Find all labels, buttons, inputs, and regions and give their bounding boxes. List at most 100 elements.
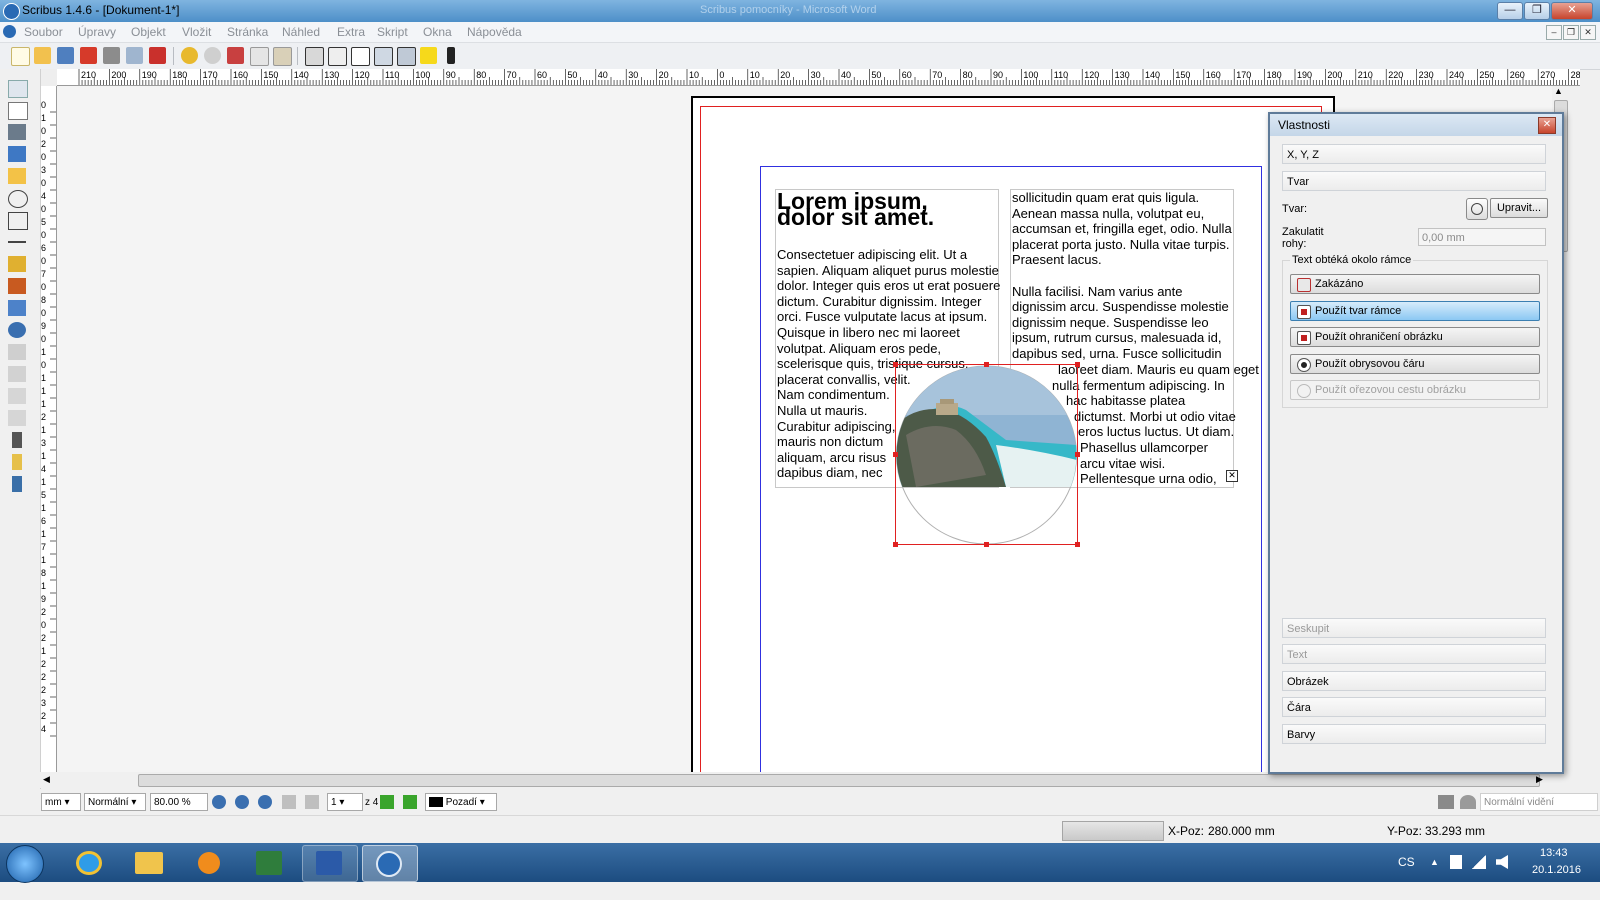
undo-icon[interactable] xyxy=(181,47,198,64)
first-page-icon[interactable] xyxy=(282,795,296,809)
volume-icon[interactable] xyxy=(1496,855,1508,869)
copy-properties-tool-icon[interactable] xyxy=(12,454,22,470)
bezier-tool-icon[interactable] xyxy=(8,256,26,272)
visual-mode-select[interactable]: Normální vidění xyxy=(1480,793,1598,811)
pdf-text-field-icon[interactable] xyxy=(328,47,347,66)
copy-icon[interactable] xyxy=(250,47,269,66)
zoom-out-icon[interactable] xyxy=(212,795,226,809)
menu-okna[interactable]: Okna xyxy=(423,25,452,39)
zoom-tool-icon[interactable] xyxy=(8,322,26,338)
polygon-tool-icon[interactable] xyxy=(8,212,28,230)
image-frame-tool-icon[interactable] xyxy=(8,124,26,140)
open-folder-icon[interactable] xyxy=(34,47,51,64)
clock-date[interactable]: 20.1.2016 xyxy=(1532,864,1581,876)
image-quality-select[interactable]: Normální ▾ xyxy=(84,793,146,811)
new-document-icon[interactable] xyxy=(11,47,30,66)
line-tool-icon[interactable] xyxy=(8,241,26,243)
resize-handle[interactable] xyxy=(893,542,898,547)
horizontal-scrollbar[interactable]: ◀ ▶ xyxy=(40,772,1552,788)
scroll-right-icon[interactable]: ▶ xyxy=(1536,774,1543,785)
mdi-minimize-button[interactable]: – xyxy=(1546,25,1562,40)
round-corners-input[interactable]: 0,00 mm xyxy=(1418,228,1546,246)
text-frame-tool-icon[interactable] xyxy=(8,102,28,120)
section-line[interactable]: Čára xyxy=(1282,697,1546,717)
text-overflow-marker-icon[interactable]: ✕ xyxy=(1226,470,1238,482)
menu-napoveda[interactable]: Nápověda xyxy=(467,25,522,39)
vertical-ruler[interactable]: 0 1 0 2 0 3 0 4 0 5 0 6 0 7 0 8 0 9 0 1 0 1 1 1 2 1 3 1 4 1 5 1 6 1 7 1 8 1 9 2… xyxy=(40,86,57,772)
section-shape[interactable]: Tvar xyxy=(1282,171,1546,191)
internet-explorer-icon[interactable] xyxy=(62,845,116,880)
eyedropper-tool-icon[interactable] xyxy=(12,476,22,492)
properties-title-bar[interactable]: Vlastnosti ✕ xyxy=(1270,114,1562,136)
unlink-frames-tool-icon[interactable] xyxy=(8,410,26,426)
shape-tool-icon[interactable] xyxy=(8,190,28,208)
section-group[interactable]: Seskupit xyxy=(1282,618,1546,638)
edit-shape-button[interactable]: Upravit... xyxy=(1490,198,1548,218)
pdf-checkbox-icon[interactable] xyxy=(351,47,370,66)
wrap-frame-shape-button[interactable]: Použít tvar rámce xyxy=(1290,301,1540,321)
previous-page-icon[interactable] xyxy=(305,795,319,809)
clock-time[interactable]: 13:43 xyxy=(1540,847,1568,859)
menu-objekt[interactable]: Objekt xyxy=(131,25,166,39)
pdf-combo-box-icon[interactable] xyxy=(374,47,393,66)
preflight-icon[interactable] xyxy=(126,47,143,64)
section-colors[interactable]: Barvy xyxy=(1282,724,1546,744)
network-icon[interactable] xyxy=(1472,855,1486,869)
resize-handle[interactable] xyxy=(893,362,898,367)
file-explorer-icon[interactable] xyxy=(122,845,176,880)
pdf-link-icon[interactable] xyxy=(447,47,455,64)
resize-handle[interactable] xyxy=(1075,362,1080,367)
wrap-clipping-path-button[interactable]: Použít ořezovou cestu obrázku xyxy=(1290,380,1540,400)
render-frame-tool-icon[interactable] xyxy=(8,146,26,162)
last-page-icon[interactable] xyxy=(403,795,417,809)
close-document-icon[interactable] xyxy=(80,47,97,64)
save-icon[interactable] xyxy=(57,47,74,64)
rotate-tool-icon[interactable] xyxy=(8,300,26,316)
preview-mode-icon[interactable] xyxy=(1438,795,1454,809)
scribus-app-icon[interactable] xyxy=(362,845,418,882)
select-tool-icon[interactable] xyxy=(8,80,28,98)
menu-upravy[interactable]: Úpravy xyxy=(78,25,116,39)
project-app-icon[interactable] xyxy=(242,845,296,880)
resize-handle[interactable] xyxy=(1075,542,1080,547)
horizontal-ruler[interactable]: 210 200 190 180 170 160 150 140 130 120 110 100 90 80… xyxy=(57,69,1580,86)
edit-content-tool-icon[interactable] xyxy=(8,344,26,360)
edit-text-tool-icon[interactable] xyxy=(8,366,26,382)
menu-vlozit[interactable]: Vložit xyxy=(182,25,211,39)
minimize-button[interactable]: — xyxy=(1497,2,1523,20)
action-center-icon[interactable] xyxy=(1450,855,1462,869)
horizontal-scroll-thumb[interactable] xyxy=(138,774,1540,787)
resize-handle[interactable] xyxy=(893,452,898,457)
properties-close-button[interactable]: ✕ xyxy=(1538,117,1556,134)
view-mode-icon[interactable] xyxy=(1460,795,1476,809)
wrap-bounding-box-button[interactable]: Použít ohraničení obrázku xyxy=(1290,327,1540,347)
measure-tool-icon[interactable] xyxy=(12,432,22,448)
paste-icon[interactable] xyxy=(273,47,292,66)
menu-soubor[interactable]: Soubor xyxy=(24,25,63,39)
word-app-icon[interactable] xyxy=(302,845,358,882)
wrap-contour-line-button[interactable]: Použít obrysovou čáru xyxy=(1290,354,1540,374)
zoom-input[interactable]: 80.00 % xyxy=(150,793,208,811)
language-indicator[interactable]: CS xyxy=(1398,855,1415,869)
menu-nahled[interactable]: Náhled xyxy=(282,25,320,39)
pdf-button-icon[interactable] xyxy=(305,47,324,66)
section-text[interactable]: Text xyxy=(1282,644,1546,664)
redo-icon[interactable] xyxy=(204,47,221,64)
unit-select[interactable]: mm ▾ xyxy=(41,793,81,811)
pdf-annotation-icon[interactable] xyxy=(420,47,437,64)
link-frames-tool-icon[interactable] xyxy=(8,388,26,404)
maximize-button[interactable]: ❐ xyxy=(1524,2,1550,20)
resize-handle[interactable] xyxy=(984,362,989,367)
scroll-left-icon[interactable]: ◀ xyxy=(43,774,50,785)
menu-skript[interactable]: Skript xyxy=(377,25,408,39)
zoom-100-icon[interactable] xyxy=(235,795,249,809)
page-select[interactable]: 1 ▾ xyxy=(327,793,363,811)
next-page-icon[interactable] xyxy=(380,795,394,809)
image-frame[interactable] xyxy=(893,362,1080,547)
layer-select[interactable]: Pozadí ▾ xyxy=(425,793,497,811)
pdf-export-icon[interactable] xyxy=(149,47,166,64)
freehand-tool-icon[interactable] xyxy=(8,278,26,294)
resize-handle[interactable] xyxy=(984,542,989,547)
shape-picker-button[interactable] xyxy=(1466,198,1488,220)
scroll-up-icon[interactable]: ▲ xyxy=(1554,86,1563,96)
